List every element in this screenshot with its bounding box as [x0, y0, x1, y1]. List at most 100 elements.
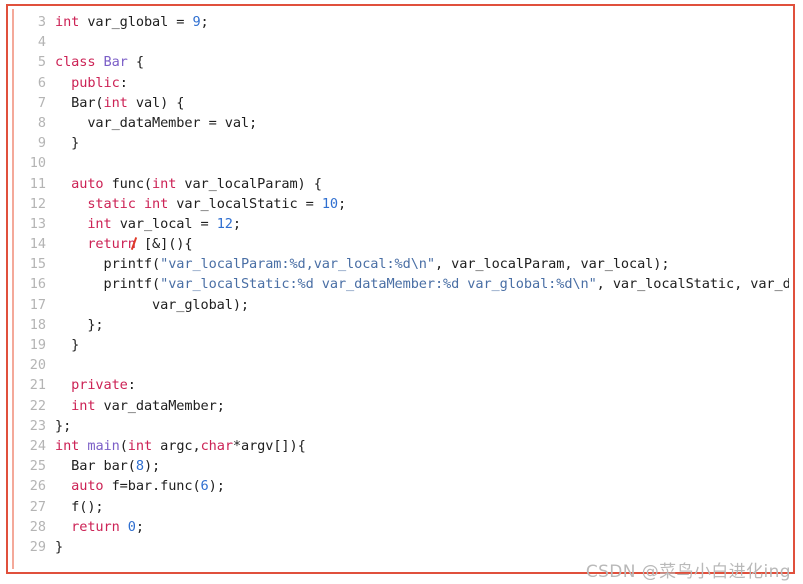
code-text: class Bar { — [46, 52, 144, 72]
screenshot-root: 3 int var_global = 9; 4 5 class Bar {6 publi… — [0, 0, 803, 584]
line-number: 15 — [29, 256, 46, 273]
code-line[interactable]: 23}; — [20, 416, 789, 436]
code-text: return 0; — [46, 517, 144, 537]
token-pl: ; — [338, 195, 347, 212]
code-line[interactable]: 28 return 0; — [20, 517, 789, 537]
token-str: "var_localParam:%d,var_local:%d\n" — [160, 256, 435, 273]
code-text: int var_local = 12; — [46, 214, 241, 234]
token-num: 10 — [321, 195, 338, 212]
token-pl: var_localParam) { — [176, 175, 322, 192]
code-line[interactable]: 3 int var_global = 9; — [20, 12, 789, 32]
code-block-frame: 3 int var_global = 9; 4 5 class Bar {6 publi… — [6, 4, 795, 574]
line-number: 23 — [29, 417, 46, 434]
code-text: Bar(int val) { — [46, 93, 184, 113]
code-text: int var_dataMember; — [46, 396, 225, 416]
line-number: 20 — [29, 357, 46, 374]
token-pl: var_local = — [111, 215, 217, 232]
code-line[interactable]: 18 }; — [20, 315, 789, 335]
code-text: int var_global = 9; — [46, 12, 209, 32]
token-pl: var_dataMember = val; — [55, 114, 258, 131]
code-line[interactable]: 6 public: — [20, 73, 789, 93]
token-pl: }; — [55, 417, 72, 434]
code-line[interactable]: 14 return [&](){ — [20, 234, 789, 254]
code-text: var_dataMember = val; — [46, 113, 257, 133]
code-text: printf("var_localParam:%d,var_local:%d\n… — [46, 254, 670, 274]
code-line[interactable]: 10 — [20, 153, 789, 173]
token-kw: char — [200, 437, 233, 454]
token-pl: ; — [232, 215, 241, 232]
code-line[interactable]: 21 private: — [20, 375, 789, 395]
token-pl: , var_localStatic, var_dataMember, — [596, 276, 789, 293]
token-kw: class — [55, 54, 96, 71]
code-line[interactable]: 17 var_global); — [20, 295, 789, 315]
token-pl: } — [55, 337, 80, 353]
token-pl: argc, — [152, 437, 201, 454]
code-editor[interactable]: 3 int var_global = 9; 4 5 class Bar {6 publi… — [20, 12, 789, 568]
token-pl: } — [55, 538, 64, 555]
token-pl: ; — [200, 14, 209, 30]
token-pl: func( — [103, 175, 153, 192]
line-number: 10 — [29, 155, 46, 172]
token-pl: : — [127, 377, 136, 394]
line-number: 9 — [37, 135, 46, 152]
token-pl: printf( — [55, 256, 161, 273]
code-line[interactable]: 9 } — [20, 133, 789, 153]
code-text: return [&](){ — [46, 234, 192, 254]
line-number: 21 — [29, 377, 46, 394]
code-line[interactable]: 15 printf("var_localParam:%d,var_local:%… — [20, 254, 789, 274]
token-pl: , var_localParam, var_local); — [434, 256, 670, 273]
code-text: }; — [46, 315, 103, 335]
code-line[interactable]: 24 int main(int argc,char*argv[]){ — [20, 436, 789, 456]
code-line[interactable]: 12 static int var_localStatic = 10; — [20, 194, 789, 214]
code-line[interactable]: 16 printf("var_localStatic:%d var_dataMe… — [20, 274, 789, 294]
token-num: 6 — [200, 478, 209, 495]
token-pl: [&](){ — [135, 236, 193, 253]
token-pl: ); — [208, 478, 225, 495]
line-number: 11 — [29, 175, 46, 192]
line-number: 16 — [29, 276, 46, 293]
token-num: 0 — [127, 518, 136, 535]
code-line[interactable]: 29} — [20, 537, 789, 557]
code-line[interactable]: 5 class Bar { — [20, 52, 789, 72]
code-text: static int var_localStatic = 10; — [46, 194, 346, 214]
token-kw: return — [87, 236, 136, 253]
token-kw: static — [87, 195, 136, 212]
code-line[interactable]: 4 — [20, 32, 789, 52]
token-pl: var_global = — [79, 14, 193, 30]
code-line[interactable]: 20 — [20, 355, 789, 375]
token-pl: Bar( — [55, 94, 104, 111]
token-kw: int — [55, 14, 80, 30]
code-line[interactable]: 26 auto f=bar.func(6); — [20, 476, 789, 496]
token-pl: f(); — [55, 498, 104, 515]
code-line[interactable]: 13 int var_local = 12; — [20, 214, 789, 234]
token-pl: ; — [135, 518, 144, 535]
token-kw: int — [87, 215, 112, 232]
code-line[interactable]: 19 } — [20, 335, 789, 355]
code-line[interactable]: 7 Bar(int val) { — [20, 93, 789, 113]
token-kw: private — [71, 377, 128, 394]
token-kw: int — [103, 94, 128, 111]
line-number: 7 — [37, 94, 46, 111]
code-line[interactable]: 25 Bar bar(8); — [20, 456, 789, 476]
code-line[interactable]: 11 auto func(int var_localParam) { — [20, 174, 789, 194]
code-line[interactable]: 27 f(); — [20, 497, 789, 517]
token-num: 9 — [192, 14, 201, 30]
code-line[interactable]: 8 var_dataMember = val; — [20, 113, 789, 133]
token-pl: } — [55, 135, 80, 152]
token-pl: f=bar.func( — [103, 478, 201, 495]
line-number: 14 — [29, 236, 46, 253]
token-kw: int — [152, 175, 177, 192]
token-kw: int — [71, 397, 96, 414]
line-number: 5 — [37, 54, 46, 71]
code-line[interactable]: 22 int var_dataMember; — [20, 396, 789, 416]
token-pl: Bar bar( — [55, 458, 136, 475]
